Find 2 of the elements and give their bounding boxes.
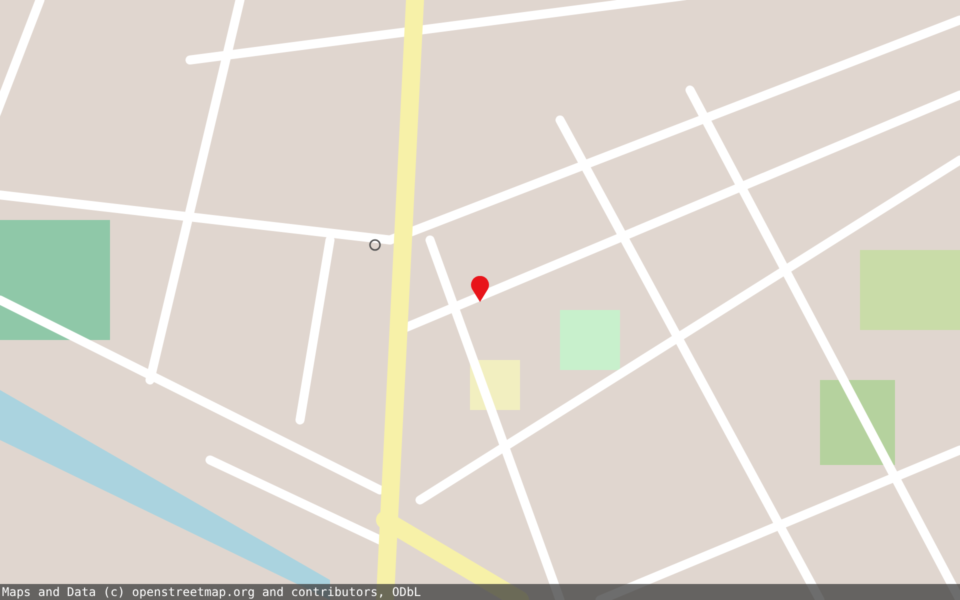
attribution-text: Maps and Data (c) openstreetmap.org and contributors, ODbL bbox=[0, 584, 960, 600]
location-pin-icon bbox=[470, 276, 490, 302]
